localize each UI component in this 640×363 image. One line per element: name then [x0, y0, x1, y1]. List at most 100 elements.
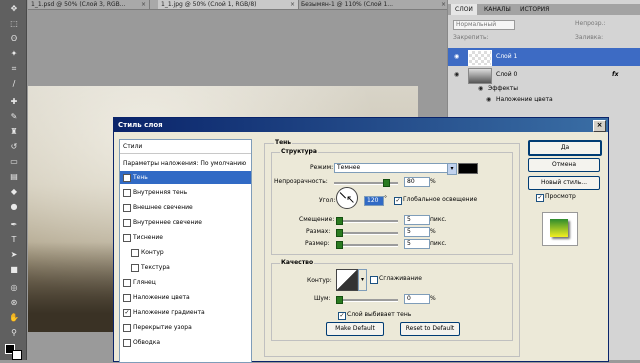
close-icon[interactable]: × [441, 0, 446, 9]
doc-tab[interactable]: 1_1.jpg @ 50% (Слой 1, RGB/8) × [158, 0, 299, 9]
tab-layers[interactable]: СЛОИ [451, 4, 477, 15]
ok-button[interactable]: Да [528, 140, 602, 156]
contour-preview[interactable] [336, 269, 358, 291]
checkbox[interactable] [131, 249, 139, 257]
shadow-color-swatch[interactable] [458, 163, 478, 174]
magic-wand-tool-icon[interactable]: ✦ [9, 49, 19, 58]
spread-slider-handle[interactable] [336, 229, 343, 237]
noise-slider[interactable] [336, 299, 398, 302]
cancel-button[interactable]: Отмена [528, 158, 600, 172]
style-item-drop-shadow[interactable]: ✓ Тень [120, 171, 251, 184]
style-item-inner-shadow[interactable]: Внутренняя тень [120, 186, 251, 199]
style-item-contour[interactable]: Контур [120, 246, 251, 259]
angle-input[interactable]: 120 [364, 196, 384, 206]
lasso-tool-icon[interactable]: ʘ [9, 34, 19, 43]
size-input[interactable]: 5 [404, 239, 430, 249]
style-item-stroke[interactable]: Обводка [120, 336, 251, 349]
shape-tool-icon[interactable]: ■ [9, 265, 19, 274]
close-button[interactable]: × [593, 120, 606, 132]
opacity-input[interactable]: 80 [404, 177, 430, 187]
clone-stamp-tool-icon[interactable]: ♜ [9, 127, 19, 136]
styles-header[interactable]: Стили [120, 140, 251, 153]
dialog-titlebar[interactable]: Стиль слоя × [114, 118, 608, 132]
checkbox-checked[interactable]: ✓ [123, 174, 131, 182]
style-item-satin[interactable]: Глянец [120, 276, 251, 289]
distance-slider[interactable] [336, 220, 398, 223]
preview-checkbox[interactable]: ✓ [536, 194, 544, 202]
style-item-inner-glow[interactable]: Внутреннее свечение [120, 216, 251, 229]
blend-mode-select[interactable]: Нормальный [453, 20, 515, 30]
chevron-down-icon[interactable]: ▾ [447, 163, 457, 175]
size-slider-handle[interactable] [336, 241, 343, 249]
checkbox[interactable] [123, 294, 131, 302]
zoom-tool-icon[interactable]: ⚲ [9, 328, 19, 337]
close-icon[interactable]: × [141, 0, 146, 9]
tab-channels[interactable]: КАНАЛЫ [480, 4, 515, 15]
checkbox-checked[interactable]: ✓ [123, 309, 131, 317]
knockout-checkbox[interactable]: ✓ [338, 312, 346, 320]
blur-tool-icon[interactable]: ◆ [9, 187, 19, 196]
distance-input[interactable]: 5 [404, 215, 430, 225]
healing-brush-tool-icon[interactable]: ✚ [9, 97, 19, 106]
doc-tab[interactable]: Безымян-1 @ 110% (Слой 1... × [298, 0, 450, 9]
noise-slider-handle[interactable] [336, 296, 343, 304]
crop-tool-icon[interactable]: ⌗ [9, 64, 19, 73]
spread-slider[interactable] [336, 232, 398, 235]
gradient-tool-icon[interactable]: ▤ [9, 172, 19, 181]
style-item-outer-glow[interactable]: Внешнее свечение [120, 201, 251, 214]
blend-options-item[interactable]: Параметры наложения: По умолчанию [120, 157, 251, 170]
distance-slider-handle[interactable] [336, 217, 343, 225]
eye-icon[interactable]: ◉ [486, 97, 492, 103]
chevron-down-icon[interactable]: ▾ [358, 269, 367, 291]
history-brush-tool-icon[interactable]: ↺ [9, 142, 19, 151]
layer-row-layer-0[interactable]: ◉ Слой 0 fx [448, 66, 640, 84]
3d-rotate-tool-icon[interactable]: ◎ [9, 283, 19, 292]
style-item-label: Наложение градиента [133, 309, 205, 316]
eye-icon[interactable]: ◉ [454, 54, 460, 60]
opacity-slider-handle[interactable] [383, 179, 390, 187]
checkbox[interactable] [123, 204, 131, 212]
checkbox[interactable] [123, 219, 131, 227]
blend-mode-select[interactable]: Темнее [334, 163, 448, 173]
hand-tool-icon[interactable]: ✋ [9, 313, 19, 322]
3d-orbit-tool-icon[interactable]: ⊛ [9, 298, 19, 307]
new-style-button[interactable]: Новый стиль... [528, 176, 600, 190]
checkbox[interactable] [123, 324, 131, 332]
checkbox[interactable] [123, 234, 131, 242]
dodge-tool-icon[interactable]: ● [9, 202, 19, 211]
eye-icon[interactable]: ◉ [478, 86, 484, 92]
style-item-texture[interactable]: Текстура [120, 261, 251, 274]
make-default-button[interactable]: Make Default [326, 322, 384, 336]
checkbox[interactable] [123, 279, 131, 287]
style-item-bevel-emboss[interactable]: Тиснение [120, 231, 251, 244]
eraser-tool-icon[interactable]: ▭ [9, 157, 19, 166]
style-item-color-overlay[interactable]: Наложение цвета [120, 291, 251, 304]
marquee-tool-icon[interactable]: ⬚ [9, 19, 19, 28]
layer-row-layer-1[interactable]: ◉ Слой 1 [448, 48, 640, 66]
pen-tool-icon[interactable]: ✒ [9, 220, 19, 229]
reset-to-default-button[interactable]: Reset to Default [400, 322, 460, 336]
checkbox[interactable] [131, 264, 139, 272]
spread-input[interactable]: 5 [404, 227, 430, 237]
path-selection-tool-icon[interactable]: ➤ [9, 250, 19, 259]
fx-icon[interactable]: fx [612, 71, 618, 79]
global-light-checkbox[interactable]: ✓ [394, 197, 402, 205]
noise-input[interactable]: 0 [404, 294, 430, 304]
eyedropper-tool-icon[interactable]: ∕ [9, 79, 19, 88]
eye-icon[interactable]: ◉ [454, 72, 460, 78]
close-icon[interactable]: × [290, 0, 295, 9]
effect-item-row[interactable]: ◉ Наложение цвета [448, 95, 640, 106]
brush-tool-icon[interactable]: ✎ [9, 112, 19, 121]
effects-row[interactable]: ◉ Эффекты [448, 84, 640, 95]
size-slider[interactable] [336, 244, 398, 247]
move-tool-icon[interactable]: ✥ [9, 4, 19, 13]
tab-history[interactable]: ИСТОРИЯ [516, 4, 553, 15]
style-item-gradient-overlay[interactable]: ✓ Наложение градиента [120, 306, 251, 319]
doc-tab[interactable]: 1_1.psd @ 50% (Слой 3, RGB... × [28, 0, 150, 9]
background-color-swatch[interactable] [12, 350, 22, 360]
type-tool-icon[interactable]: T [9, 235, 19, 244]
antialias-checkbox[interactable] [370, 276, 378, 284]
checkbox[interactable] [123, 189, 131, 197]
checkbox[interactable] [123, 339, 131, 347]
style-item-pattern-overlay[interactable]: Перекрытие узора [120, 321, 251, 334]
